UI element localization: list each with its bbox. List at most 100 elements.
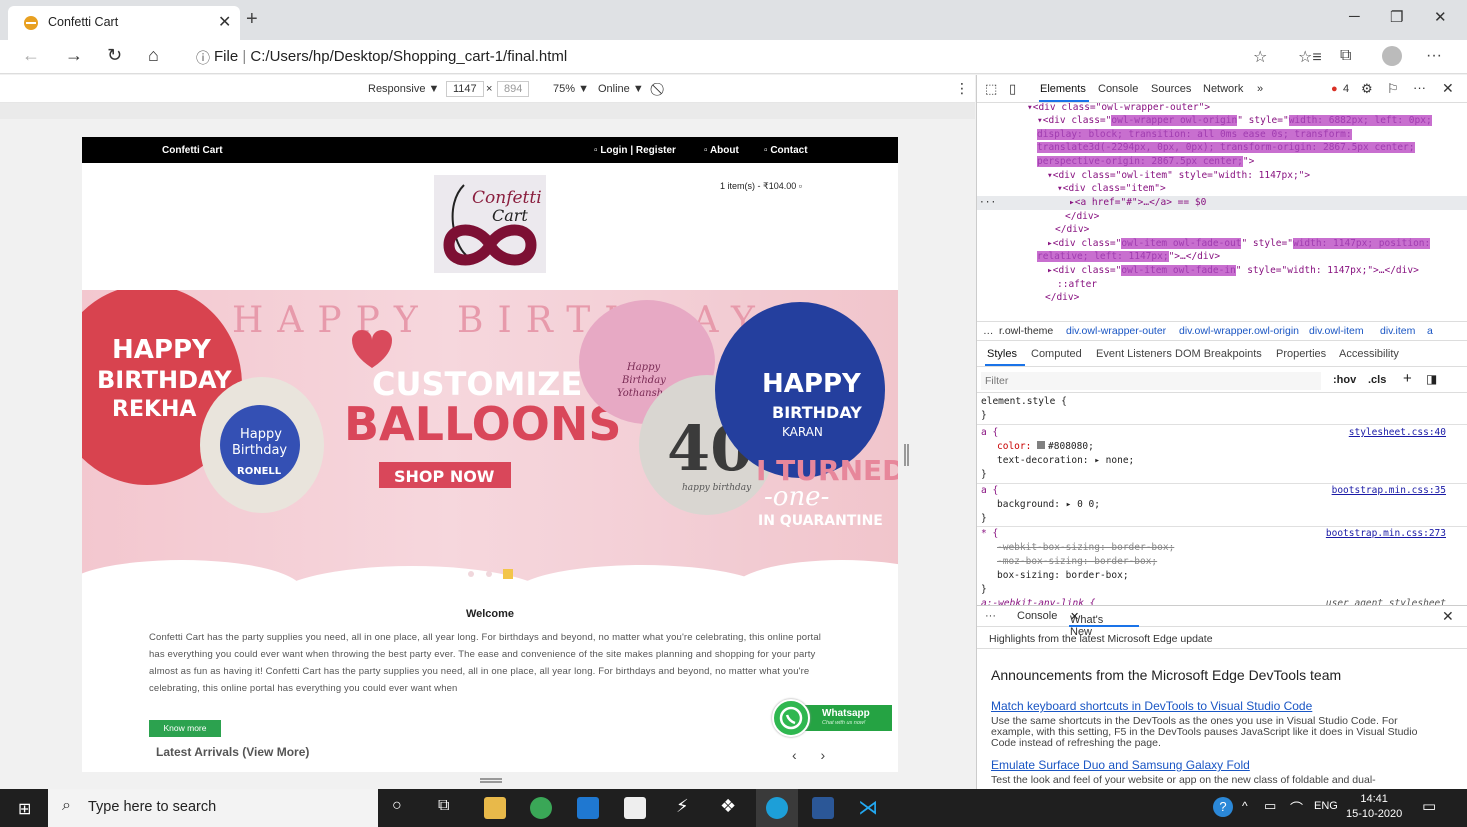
- rule-source-link[interactable]: stylesheet.css:40: [1349, 426, 1446, 440]
- rule-selector[interactable]: * {: [981, 527, 998, 541]
- favorite-star-icon[interactable]: ☆: [1253, 47, 1267, 67]
- taskbar-search[interactable]: ⌕ Type here to search: [48, 789, 378, 827]
- cart-summary[interactable]: 1 item(s) - ₹104.00 ▫: [720, 181, 802, 192]
- dom-line[interactable]: ▾<div class="owl-item" style="width: 114…: [1047, 169, 1310, 183]
- viewport-height-input[interactable]: 894: [497, 81, 530, 97]
- breadcrumb-item[interactable]: div.owl-item: [1309, 325, 1364, 337]
- css-property[interactable]: color: #808080;: [997, 440, 1094, 454]
- browser-tab[interactable]: Confetti Cart ✕: [8, 6, 240, 40]
- cortana-icon[interactable]: ○: [392, 797, 402, 815]
- wifi-icon[interactable]: ⌒: [1290, 798, 1303, 817]
- resize-handle-right[interactable]: [904, 444, 909, 466]
- dom-line[interactable]: ▸<div class="owl-item owl-fade-out" styl…: [1047, 237, 1431, 251]
- tab-network[interactable]: Network: [1203, 83, 1243, 95]
- announcement-link[interactable]: Emulate Surface Duo and Samsung Galaxy F…: [991, 758, 1250, 772]
- tab-event-listeners[interactable]: Event Listeners: [1096, 348, 1172, 360]
- styles-filter-input[interactable]: [981, 372, 1321, 390]
- mail-icon[interactable]: [577, 797, 599, 819]
- show-hidden-icons[interactable]: ^: [1242, 799, 1248, 813]
- notifications-icon[interactable]: ▭: [1422, 797, 1436, 815]
- file-explorer-icon[interactable]: [484, 797, 506, 819]
- dom-line-selected[interactable]: ··· ▸<a href="#">…</a> == $0: [977, 196, 1467, 210]
- language-indicator[interactable]: ENG: [1314, 800, 1338, 812]
- viewport-width-input[interactable]: 1147: [446, 81, 484, 97]
- inspect-icon[interactable]: ⬚: [985, 81, 997, 97]
- edge-taskbar-active[interactable]: [756, 789, 798, 827]
- rule-selector[interactable]: a:-webkit-any-link {: [981, 597, 1095, 605]
- refresh-icon[interactable]: ↻: [107, 45, 122, 66]
- close-tab-icon[interactable]: ✕: [218, 12, 231, 32]
- dom-line[interactable]: ▾<div class="item">: [1057, 182, 1166, 196]
- url-field[interactable]: ⓘ File | C:/Users/hp/Desktop/Shopping_ca…: [188, 45, 1467, 69]
- more-icon[interactable]: ···: [1426, 47, 1442, 65]
- nav-contact[interactable]: ▫ Contact: [764, 145, 808, 156]
- close-drawer-icon[interactable]: ✕: [1442, 608, 1454, 625]
- add-rule-icon[interactable]: +: [1403, 370, 1412, 387]
- devtools-more-icon[interactable]: ···: [1413, 80, 1426, 95]
- dom-line[interactable]: ▾<div class="owl-wrapper owl-origin" sty…: [1037, 114, 1432, 128]
- breadcrumb-ellipsis[interactable]: …: [983, 325, 994, 337]
- zoom-select[interactable]: 75% ▼: [553, 83, 589, 95]
- css-property[interactable]: text-decoration: ▸ none;: [997, 454, 1134, 468]
- device-emulation-icon[interactable]: ▯: [1009, 81, 1016, 97]
- breadcrumb-item[interactable]: div.item: [1380, 325, 1415, 337]
- close-devtools-icon[interactable]: ✕: [1442, 80, 1454, 97]
- task-view-icon[interactable]: ⧉: [438, 797, 449, 815]
- new-tab-icon[interactable]: +: [246, 8, 258, 31]
- throttle-select[interactable]: Online ▼: [598, 83, 644, 95]
- tab-more[interactable]: »: [1257, 83, 1263, 95]
- nav-login[interactable]: ▫ Login | Register: [594, 145, 676, 156]
- favorites-icon[interactable]: ☆≡: [1298, 47, 1322, 67]
- class-toggle[interactable]: .cls: [1368, 374, 1386, 386]
- tab-styles[interactable]: Styles: [987, 348, 1017, 360]
- css-property[interactable]: background: ▸ 0 0;: [997, 498, 1100, 512]
- word-icon[interactable]: [812, 797, 834, 819]
- breadcrumb-item[interactable]: a: [1427, 325, 1433, 337]
- nav-about[interactable]: ▫ About: [704, 145, 739, 156]
- dom-tree[interactable]: ▾<div class="owl-wrapper-outer"> ▾<div c…: [977, 103, 1467, 321]
- error-icon[interactable]: ●: [1331, 83, 1338, 95]
- latest-arrivals-heading[interactable]: Latest Arrivals (View More): [156, 745, 309, 759]
- tab-properties[interactable]: Properties: [1276, 348, 1326, 360]
- dom-line[interactable]: </div>: [1045, 291, 1079, 305]
- rule-selector[interactable]: element.style {: [981, 395, 1067, 409]
- announcement-link[interactable]: Match keyboard shortcuts in DevTools to …: [991, 699, 1312, 713]
- tab-elements[interactable]: Elements: [1040, 83, 1086, 95]
- device-mode-select[interactable]: Responsive ▼: [368, 83, 439, 95]
- css-property-overridden[interactable]: -webkit-box-sizing: border-box;: [997, 541, 1174, 555]
- tab-accessibility[interactable]: Accessibility: [1339, 348, 1399, 360]
- site-brand[interactable]: Confetti Cart: [162, 145, 223, 156]
- forward-icon[interactable]: →: [65, 45, 83, 66]
- maximize-icon[interactable]: ❐: [1390, 8, 1403, 26]
- toggle-sidebar-icon[interactable]: ◨: [1426, 372, 1437, 386]
- device-more-icon[interactable]: ⋮: [955, 80, 969, 97]
- collections-icon[interactable]: ⧉: [1340, 47, 1351, 65]
- breadcrumb-item[interactable]: div.owl-wrapper.owl-origin: [1179, 325, 1299, 337]
- rule-source-link[interactable]: bootstrap.min.css:35: [1332, 484, 1446, 498]
- css-property-overridden[interactable]: -moz-box-sizing: border-box;: [997, 555, 1157, 569]
- settings-gear-icon[interactable]: ⚙: [1361, 81, 1373, 97]
- windows-start-icon[interactable]: ⊞: [18, 799, 31, 819]
- profile-avatar[interactable]: [1382, 46, 1402, 66]
- dom-line[interactable]: </div>: [1065, 210, 1099, 224]
- hover-state-toggle[interactable]: :hov: [1333, 374, 1356, 386]
- tab-sources[interactable]: Sources: [1151, 83, 1191, 95]
- whatsapp-button[interactable]: Whatsapp Chat with us now!: [772, 699, 892, 737]
- close-window-icon[interactable]: ✕: [1434, 8, 1447, 26]
- site-logo[interactable]: Confetti Cart: [434, 175, 546, 273]
- drawer-tab-console[interactable]: Console: [1017, 610, 1057, 622]
- dom-line[interactable]: </div>: [1055, 223, 1089, 237]
- dom-line[interactable]: ::after: [1057, 278, 1097, 292]
- dom-line[interactable]: ▾<div class="owl-wrapper-outer">: [1027, 103, 1210, 115]
- carousel-arrows[interactable]: ‹ ›: [792, 747, 835, 763]
- tab-console[interactable]: Console: [1098, 83, 1138, 95]
- store-icon[interactable]: [624, 797, 646, 819]
- rule-source-link[interactable]: bootstrap.min.css:273: [1326, 527, 1446, 541]
- styles-pane[interactable]: element.style { } a { stylesheet.css:40 …: [977, 393, 1467, 605]
- drawer-more-icon[interactable]: ···: [985, 610, 996, 622]
- chrome-icon[interactable]: [530, 797, 552, 819]
- battery-icon[interactable]: ▭: [1264, 798, 1276, 814]
- drawer-tab-whats-new[interactable]: What's New ✕: [1070, 610, 1103, 638]
- breadcrumb-item[interactable]: div.owl-wrapper-outer: [1066, 325, 1166, 337]
- vscode-icon[interactable]: ⋊: [858, 795, 878, 820]
